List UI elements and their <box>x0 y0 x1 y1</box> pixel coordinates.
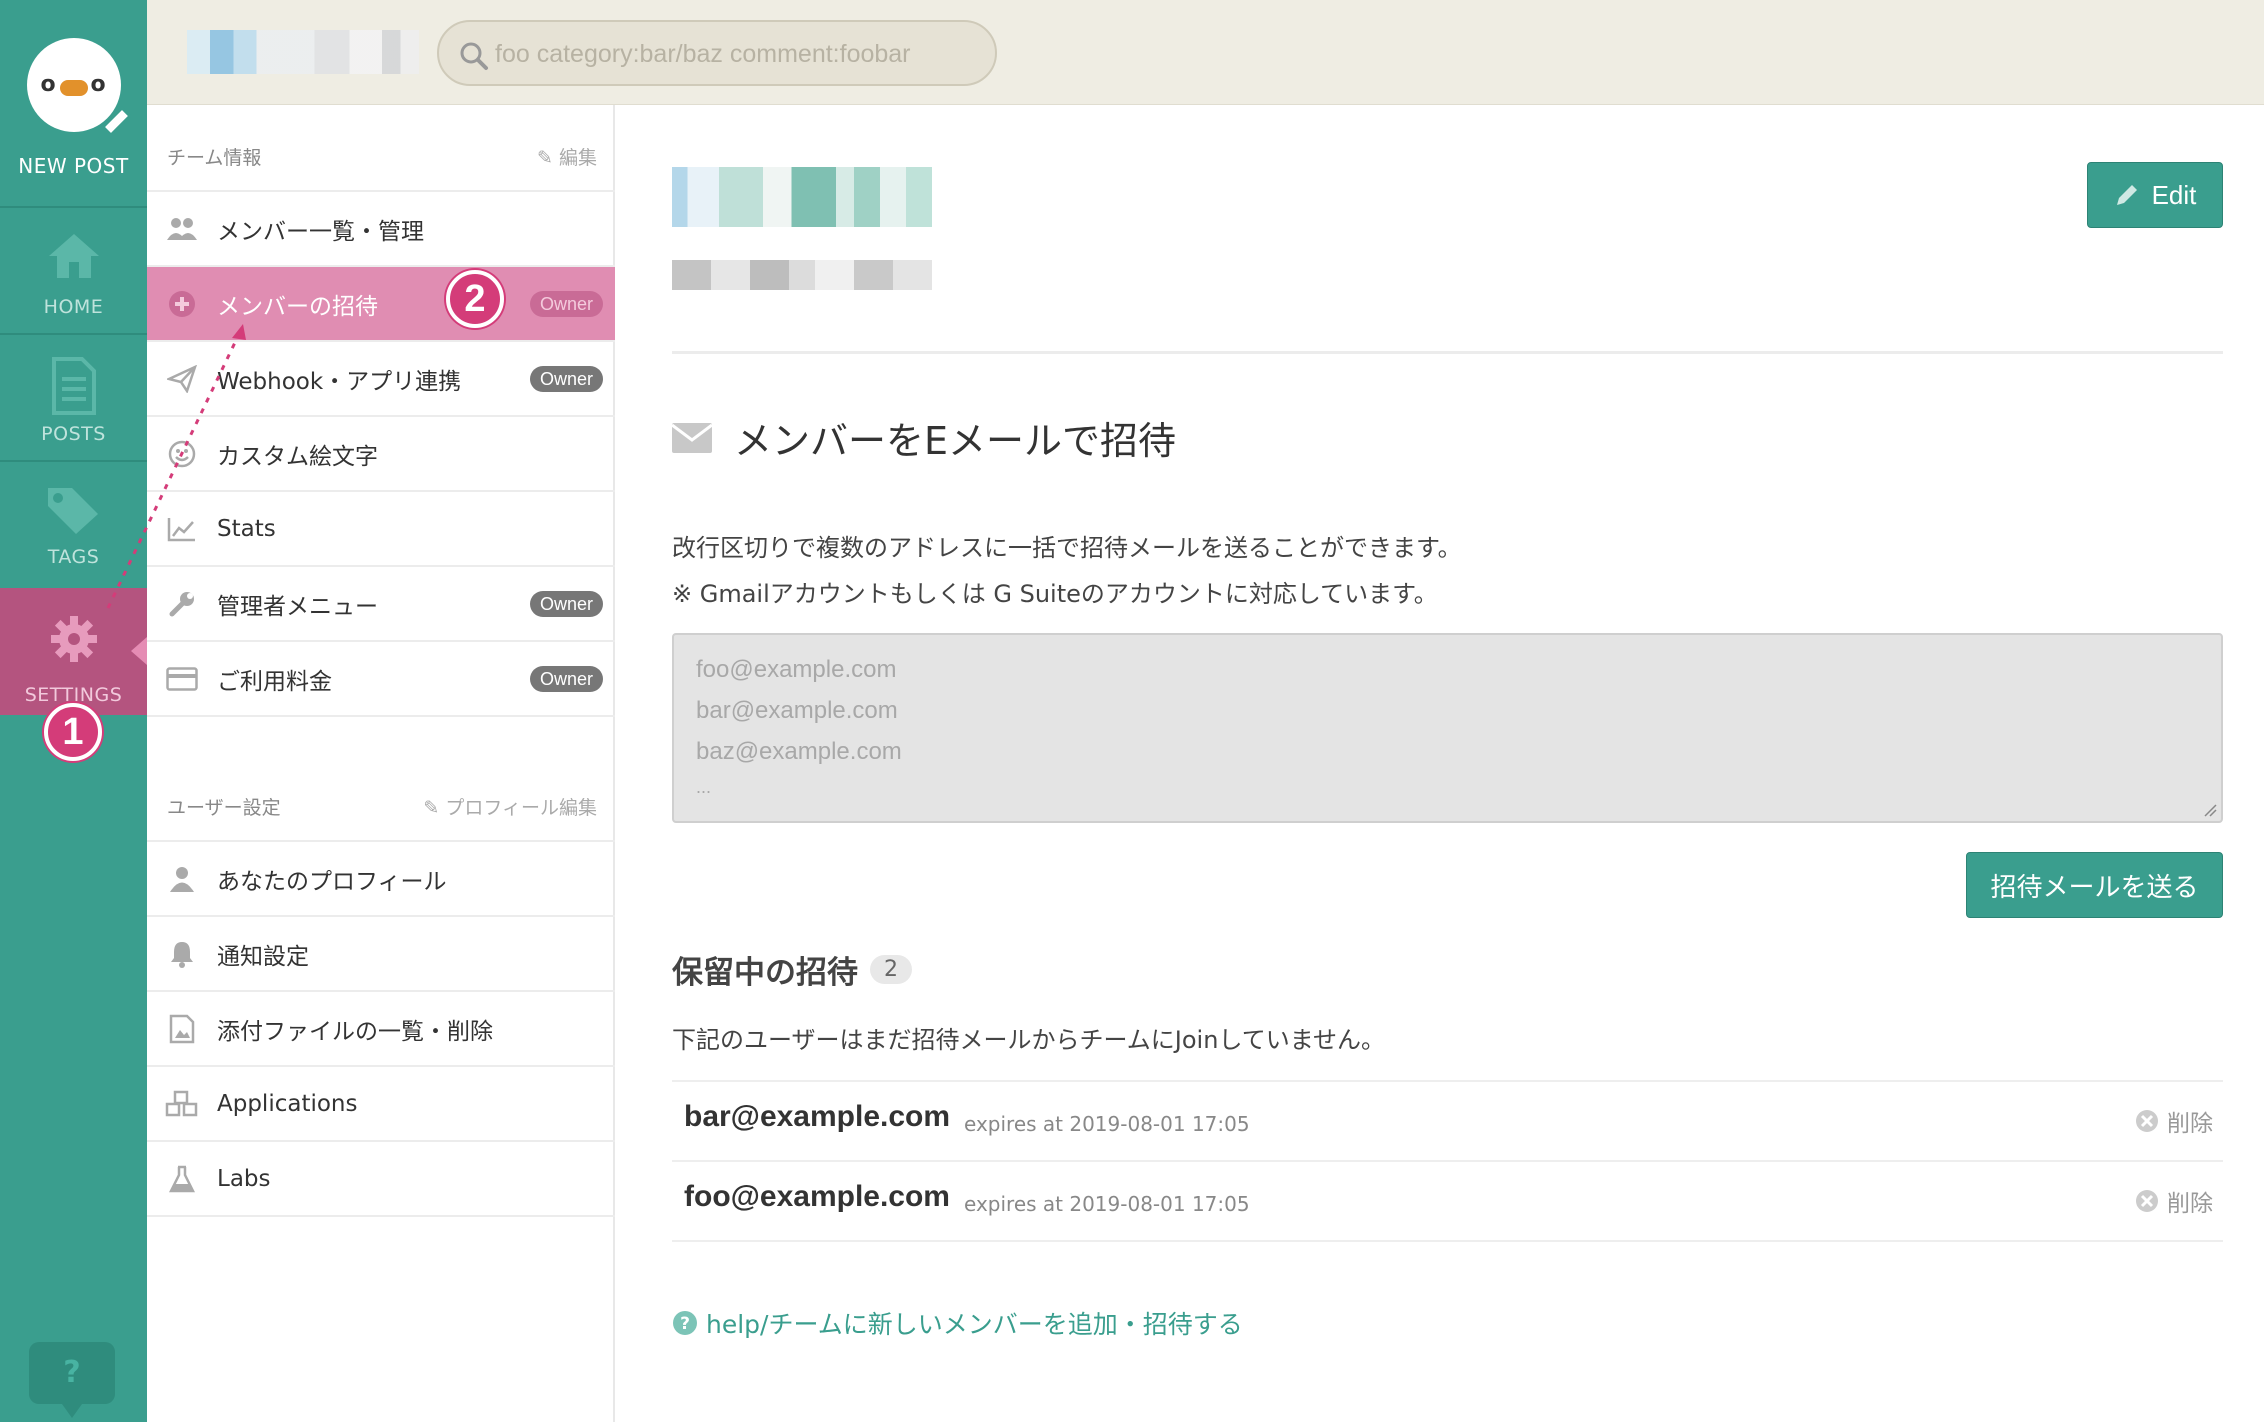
envelope-icon <box>672 422 712 453</box>
new-post-button[interactable]: o o NEW POST <box>0 38 147 208</box>
invite-row: bar@example.com expires at 2019-08-01 17… <box>672 1082 2223 1160</box>
home-icon <box>48 234 99 278</box>
invite-expiry: expires at 2019-08-01 17:05 <box>964 1192 1250 1216</box>
search-icon <box>460 42 488 70</box>
rail-item-settings[interactable]: SETTINGS <box>0 588 147 715</box>
rail-label-tags: TAGS <box>47 546 100 568</box>
tags-icon <box>47 488 98 534</box>
invite-email: foo@example.com <box>684 1180 950 1213</box>
nav-item-admin-menu[interactable]: 管理者メニュー Owner <box>147 565 615 640</box>
main-content: Edit メンバーをEメールで招待 改行区切りで複数のアドレスに一括で招待メール… <box>617 105 2264 1422</box>
search-input[interactable] <box>495 36 965 72</box>
nav-item-profile[interactable]: あなたのプロフィール <box>147 840 615 915</box>
invite-emails-textarea[interactable]: foo@example.com bar@example.com baz@exam… <box>672 633 2223 823</box>
invite-row: foo@example.com expires at 2019-08-01 17… <box>672 1162 2223 1240</box>
nav-item-attachments[interactable]: 添付ファイルの一覧・削除 <box>147 990 615 1065</box>
invite-expiry: expires at 2019-08-01 17:05 <box>964 1112 1250 1136</box>
invite-email: bar@example.com <box>684 1100 951 1133</box>
annotation-step-2: 2 <box>446 270 504 328</box>
close-circle-icon <box>2136 1190 2158 1212</box>
nav-item-invite[interactable]: メンバーの招待 Owner <box>147 265 615 340</box>
plus-circle-icon <box>169 290 195 317</box>
top-bar <box>147 0 2264 105</box>
nav-item-notifications[interactable]: 通知設定 <box>147 915 615 990</box>
rail-item-tags[interactable]: TAGS <box>0 484 147 568</box>
nav-item-applications[interactable]: Applications <box>147 1065 615 1140</box>
section-title: メンバーをEメールで招待 <box>672 410 1176 465</box>
profile-edit-link[interactable]: ✎ プロフィール編集 <box>423 793 597 820</box>
team-name-redacted <box>187 30 419 74</box>
rail-label-home: HOME <box>43 296 104 318</box>
new-post-label: NEW POST <box>18 154 129 178</box>
pending-count-badge: 2 <box>870 955 912 984</box>
svg-text:?: ? <box>680 1314 690 1334</box>
invite-description: 改行区切りで複数のアドレスに一括で招待メールを送ることができます。 <box>672 534 1462 562</box>
owner-badge: Owner <box>529 291 603 317</box>
owner-badge: Owner <box>529 591 603 617</box>
nav-item-stats[interactable]: Stats <box>147 490 615 565</box>
cubes-icon <box>165 1090 198 1116</box>
active-pointer <box>131 637 147 665</box>
team-settings-header: チーム情報 ✎ 編集 <box>167 143 597 183</box>
team-name-redacted <box>672 167 932 227</box>
nav-item-custom-emoji[interactable]: カスタム絵文字 <box>147 415 615 490</box>
user-settings-header: ユーザー設定 ✎ プロフィール編集 <box>167 793 597 833</box>
close-circle-icon <box>2136 1110 2158 1132</box>
search-box[interactable] <box>437 20 997 86</box>
nav-item-webhook[interactable]: Webhook・アプリ連携 Owner <box>147 340 615 415</box>
owner-badge: Owner <box>529 666 603 692</box>
smiley-icon <box>168 440 196 467</box>
team-edit-link[interactable]: ✎ 編集 <box>537 143 597 170</box>
team-subtitle-redacted <box>672 260 932 290</box>
delete-invite-button[interactable]: 削除 <box>2135 1184 2213 1218</box>
resize-handle-icon[interactable] <box>2201 801 2217 817</box>
gear-icon <box>50 616 97 662</box>
users-icon <box>167 217 197 240</box>
invite-note: ※ Gmailアカウントもしくは G Suiteのアカウントに対応しています。 <box>672 580 1438 608</box>
nav-item-labs[interactable]: Labs <box>147 1140 615 1215</box>
edit-button[interactable]: Edit <box>2087 162 2223 228</box>
flask-icon <box>169 1165 195 1192</box>
rail-label-posts: POSTS <box>41 423 106 445</box>
image-file-icon <box>169 1014 195 1043</box>
user-icon <box>170 866 194 892</box>
delete-invite-button[interactable]: 削除 <box>2135 1104 2213 1138</box>
pending-invites-title: 保留中の招待 2 <box>672 947 912 992</box>
chart-line-icon <box>167 517 195 541</box>
owner-badge: Owner <box>529 366 603 392</box>
send-invite-button[interactable]: 招待メールを送る <box>1966 852 2223 918</box>
help-button[interactable]: ? <box>29 1342 115 1418</box>
annotation-step-1: 1 <box>44 703 102 761</box>
bell-icon <box>171 941 193 968</box>
wrench-icon <box>169 591 194 616</box>
document-icon <box>51 357 96 415</box>
settings-nav: チーム情報 ✎ 編集 メンバー一覧・管理 メンバーの招待 Owner Webho… <box>147 105 615 1422</box>
pencil-icon <box>2116 185 2137 205</box>
nav-item-billing[interactable]: ご利用料金 Owner <box>147 640 615 715</box>
credit-card-icon <box>166 666 198 691</box>
pencil-icon <box>97 105 133 141</box>
nav-item-members[interactable]: メンバー一覧・管理 <box>147 190 615 265</box>
rail-item-posts[interactable]: POSTS <box>0 357 147 445</box>
rail-item-home[interactable]: HOME <box>0 230 147 318</box>
pending-description: 下記のユーザーはまだ招待メールからチームにJoinしていません。 <box>672 1026 1385 1054</box>
question-circle-icon: ? <box>673 1311 697 1335</box>
paper-plane-icon <box>167 364 197 393</box>
help-link[interactable]: ? help/チームに新しいメンバーを追加・招待する <box>672 1305 1243 1341</box>
